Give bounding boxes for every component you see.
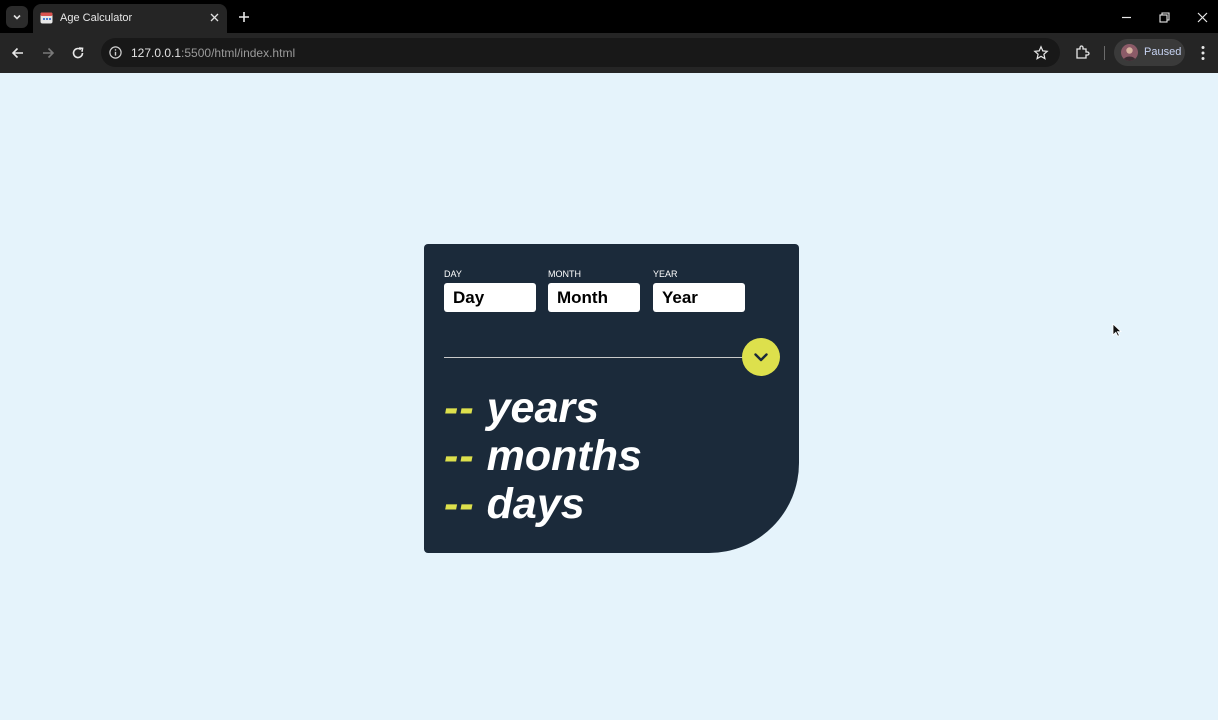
tab-strip: Age Calculator xyxy=(0,0,1218,33)
tab-age-calculator[interactable]: Age Calculator xyxy=(33,4,227,33)
divider-line xyxy=(444,357,744,358)
browser-toolbar: 127.0.0.1:5500/html/index.html Paused xyxy=(0,33,1218,73)
result-months: -- months xyxy=(444,432,642,480)
arrow-left-icon xyxy=(11,47,23,59)
info-icon[interactable] xyxy=(109,46,122,59)
avatar-image xyxy=(1123,47,1136,61)
months-value: -- xyxy=(444,432,475,480)
forward-button[interactable] xyxy=(39,44,57,62)
close-icon xyxy=(210,13,218,21)
reload-icon xyxy=(72,47,84,59)
months-unit: months xyxy=(486,432,642,480)
arrow-right-icon xyxy=(43,47,55,59)
plus-icon xyxy=(239,12,249,22)
restore-button[interactable] xyxy=(1156,9,1172,25)
url-host: 127.0.0.1 xyxy=(131,46,182,60)
reload-button[interactable] xyxy=(69,44,87,62)
age-calculator-card: DAY MONTH YEAR --years --months --days xyxy=(424,244,799,553)
calendar-icon xyxy=(40,12,53,24)
years-unit: years xyxy=(486,384,600,432)
close-window-button[interactable] xyxy=(1194,9,1210,25)
chevron-down-icon xyxy=(754,353,768,362)
days-value: -- xyxy=(444,480,475,528)
minimize-icon xyxy=(1121,16,1131,18)
day-input[interactable] xyxy=(444,283,536,312)
tab-title: Age Calculator xyxy=(60,12,133,24)
day-field: DAY xyxy=(444,269,536,312)
bookmark-star-icon[interactable] xyxy=(1033,45,1049,61)
result-days: -- days xyxy=(444,480,642,528)
tab-search-button[interactable] xyxy=(6,6,28,28)
kebab-menu-icon[interactable] xyxy=(1196,44,1210,62)
month-field: MONTH xyxy=(548,269,640,312)
day-label: DAY xyxy=(444,269,462,279)
mouse-cursor-icon xyxy=(1112,323,1122,337)
year-label: YEAR xyxy=(653,269,678,279)
year-field: YEAR xyxy=(653,269,745,312)
minimize-button[interactable] xyxy=(1118,9,1134,25)
calculate-button[interactable] xyxy=(742,338,780,376)
back-button[interactable] xyxy=(9,44,27,62)
extensions-puzzle-icon[interactable] xyxy=(1074,44,1091,61)
year-input[interactable] xyxy=(653,283,745,312)
results: -- years -- months -- days xyxy=(444,384,642,528)
profile-button[interactable]: Paused xyxy=(1114,39,1185,66)
result-years: -- years xyxy=(444,384,642,432)
url-text: 127.0.0.1:5500/html/index.html xyxy=(131,46,295,60)
close-icon xyxy=(1197,12,1207,22)
month-label: MONTH xyxy=(548,269,581,279)
month-input[interactable] xyxy=(548,283,640,312)
restore-icon xyxy=(1158,11,1170,23)
url-path: :5500/html/index.html xyxy=(181,46,296,60)
address-bar[interactable]: 127.0.0.1:5500/html/index.html xyxy=(101,38,1060,67)
tab-close-button[interactable] xyxy=(207,10,221,24)
toolbar-divider xyxy=(1104,46,1105,60)
avatar xyxy=(1121,44,1138,61)
years-value: -- xyxy=(444,384,475,432)
profile-status: Paused xyxy=(1144,46,1182,58)
days-unit: days xyxy=(486,480,585,528)
new-tab-button[interactable] xyxy=(235,8,253,26)
chevron-down-icon xyxy=(13,14,21,20)
